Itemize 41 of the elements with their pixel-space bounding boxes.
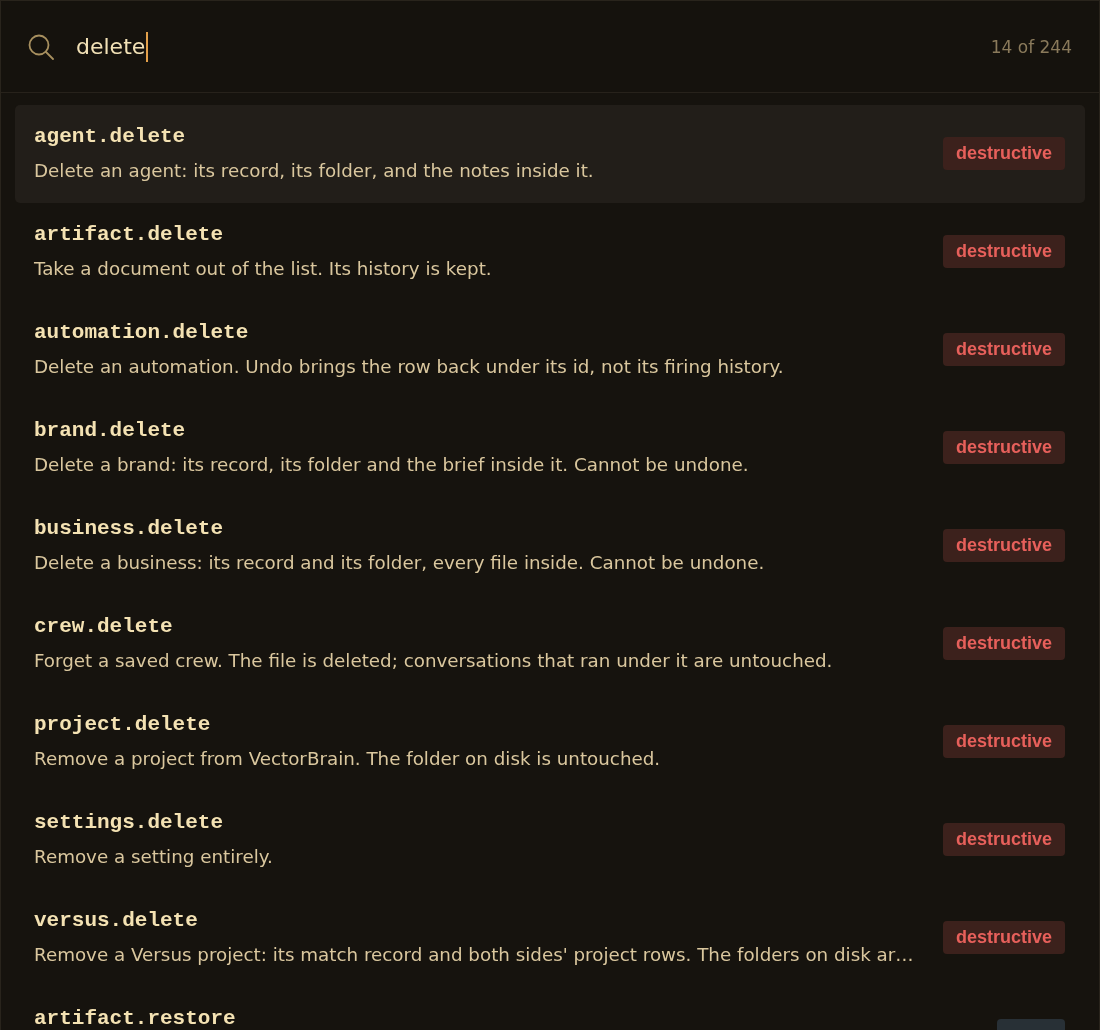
command-description: Forget a saved crew. The file is deleted; conversations that ran under it are untouched. <box>34 649 834 673</box>
command-name: crew.delete <box>34 616 174 638</box>
command-name: brand.delete <box>34 420 187 442</box>
command-item[interactable]: versus.delete Remove a Versus project: its match record and both sides' project rows. The folders on disk ar… destructive <box>15 889 1085 987</box>
command-name: agent.delete <box>34 126 187 148</box>
command-name: settings.delete <box>34 812 225 834</box>
command-description: Remove a project from VectorBrain. The folder on disk is untouched. <box>34 747 662 771</box>
command-description: Delete a brand: its record, its folder and the brief inside it. Cannot be undone. <box>34 453 750 477</box>
tag-badge: destructive <box>942 627 1065 660</box>
command-name: artifact.delete <box>34 224 225 246</box>
command-item[interactable]: artifact.restore <box>15 987 1085 1030</box>
command-item[interactable]: settings.delete Remove a setting entirely. destructive <box>15 791 1085 889</box>
command-name: artifact.restore <box>34 1008 237 1030</box>
tag-badge: destructive <box>942 529 1065 562</box>
command-description: Remove a setting entirely. <box>34 845 274 869</box>
tag-badge: destructive <box>942 333 1065 366</box>
command-name: project.delete <box>34 714 212 736</box>
command-description: Remove a Versus project: its match record and both sides' project rows. The folders on disk ar… <box>34 943 915 967</box>
tag-badge: destructive <box>942 725 1065 758</box>
command-item[interactable]: automation.delete Delete an automation. Undo brings the row back under its id, not its firing history. destructive <box>15 301 1085 399</box>
tag-badge: destructive <box>942 431 1065 464</box>
command-description: Delete an automation. Undo brings the row back under its id, not its firing history. <box>34 355 785 379</box>
command-description: Take a document out of the list. Its history is kept. <box>34 257 493 281</box>
command-item[interactable]: crew.delete Forget a saved crew. The file is deleted; conversations that ran under it are untouched. destructive <box>15 595 1085 693</box>
tag-badge: destructive <box>942 921 1065 954</box>
command-name: business.delete <box>34 518 225 540</box>
command-description: Delete an agent: its record, its folder, and the notes inside it. <box>34 159 595 183</box>
search-icon <box>28 33 54 60</box>
command-description: Delete a business: its record and its folder, every file inside. Cannot be undone. <box>34 551 766 575</box>
command-name: automation.delete <box>34 322 250 344</box>
command-item[interactable]: project.delete Remove a project from VectorBrain. The folder on disk is untouched. destructive <box>15 693 1085 791</box>
tag-badge: destructive <box>942 137 1065 170</box>
tag-badge: destructive <box>942 235 1065 268</box>
result-count: 14 of 244 <box>990 36 1072 57</box>
command-item[interactable]: business.delete Delete a business: its record and its folder, every file inside. Cannot be undone. destructive <box>15 497 1085 595</box>
search-input[interactable]: delete <box>76 31 991 62</box>
command-name: versus.delete <box>34 910 199 932</box>
command-item[interactable]: artifact.delete Take a document out of the list. Its history is kept. destructive <box>15 203 1085 301</box>
command-item[interactable]: brand.delete Delete a brand: its record, its folder and the brief inside it. Cannot be undone. destructive <box>15 399 1085 497</box>
tag-badge: destructive <box>942 823 1065 856</box>
command-item[interactable]: agent.delete Delete an agent: its record, its folder, and the notes inside it. destructive <box>15 105 1085 203</box>
